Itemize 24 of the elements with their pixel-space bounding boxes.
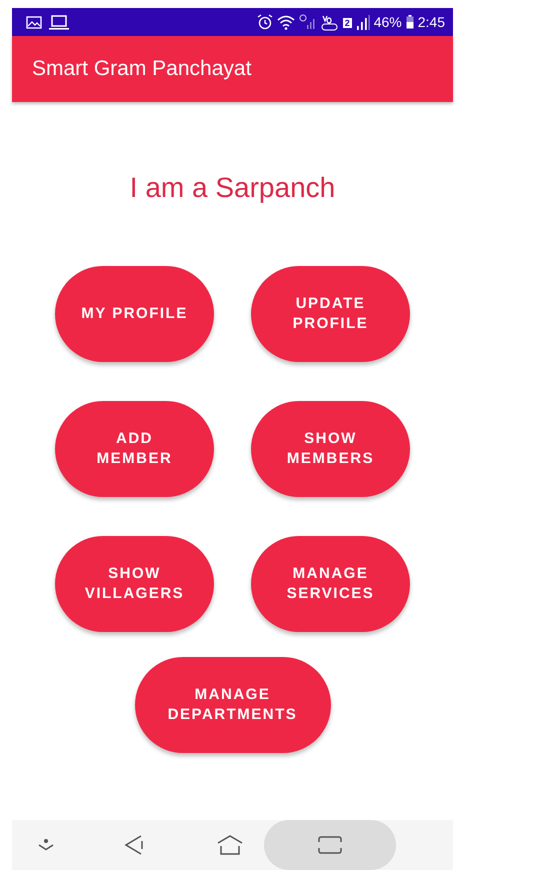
clock: 2:45 <box>418 14 445 30</box>
action-button[interactable]: SHOW MEMBERS <box>251 401 410 497</box>
action-button[interactable]: ADD MEMBER <box>55 401 214 497</box>
action-button[interactable]: UPDATE PROFILE <box>251 266 410 362</box>
laptop-icon <box>49 14 69 30</box>
action-button[interactable]: MANAGE DEPARTMENTS <box>134 657 330 753</box>
battery-percent: 46% <box>374 14 402 30</box>
signal-icon <box>356 14 370 30</box>
action-button[interactable]: SHOW VILLAGERS <box>55 536 214 632</box>
recents-icon <box>318 836 342 854</box>
chevron-down-icon[interactable] <box>37 839 55 851</box>
sim-badge: 2 <box>342 18 352 28</box>
battery-icon <box>406 15 414 29</box>
no-signal-icon <box>298 14 317 30</box>
gallery-icon <box>26 16 42 28</box>
app-title: Smart Gram Panchayat <box>32 57 252 81</box>
home-icon[interactable] <box>217 835 243 855</box>
action-button[interactable]: MY PROFILE <box>55 266 214 362</box>
volte-icon <box>320 14 339 30</box>
back-icon[interactable] <box>124 834 144 856</box>
action-button[interactable]: MANAGE SERVICES <box>251 536 410 632</box>
wifi-icon <box>276 14 295 30</box>
alarm-icon <box>256 14 273 30</box>
page-heading: I am a Sarpanch <box>130 172 336 204</box>
